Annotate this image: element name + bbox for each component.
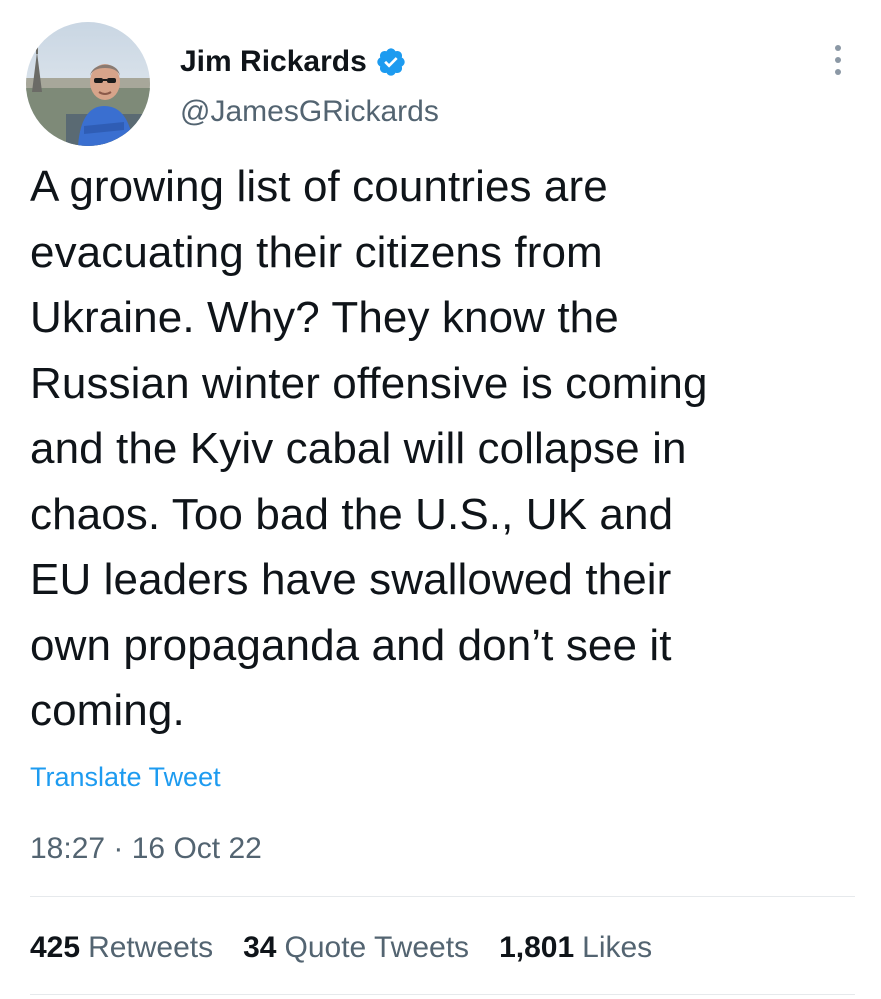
more-dot	[835, 57, 841, 63]
retweets-count: 425	[30, 931, 81, 964]
tweet-text: A growing list of countries are evacuati…	[30, 154, 850, 744]
verified-badge-icon	[377, 48, 405, 76]
more-dot	[835, 45, 841, 51]
more-dot	[835, 69, 841, 75]
tweet-text-line: evacuating their citizens from	[30, 227, 603, 277]
likes-stat[interactable]: 1,801 Likes	[499, 928, 652, 968]
divider	[30, 896, 855, 897]
author-handle[interactable]: @JamesGRickards	[180, 92, 439, 132]
tweet-text-line: own propaganda and don’t see it	[30, 620, 672, 670]
quote-tweets-count: 34	[243, 931, 277, 964]
tweet-text-line: coming.	[30, 686, 185, 735]
quote-tweets-label: Quote Tweets	[284, 931, 470, 964]
likes-count: 1,801	[499, 931, 575, 964]
quote-tweets-stat[interactable]: 34 Quote Tweets	[243, 928, 469, 968]
engagement-stats: 425 Retweets 34 Quote Tweets 1,801 Likes	[30, 928, 652, 968]
tweet-text-line: Russian winter offensive is coming	[30, 358, 708, 408]
tweet-text-line: chaos. Too bad the U.S., UK and	[30, 489, 674, 539]
retweets-label: Retweets	[88, 931, 214, 964]
author-display-name[interactable]: Jim Rickards	[180, 42, 367, 82]
more-options-icon[interactable]	[818, 38, 858, 82]
divider	[30, 994, 855, 995]
tweet-text-line: EU leaders have swallowed their	[30, 555, 672, 604]
profile-photo	[26, 22, 150, 146]
tweet-card: Jim Rickards @JamesGRickards A growing l…	[0, 0, 881, 999]
author-name-row[interactable]: Jim Rickards	[180, 42, 407, 82]
tweet-text-line: and the Kyiv cabal will collapse in	[30, 424, 687, 473]
tweet-timestamp[interactable]: 18:27 · 16 Oct 22	[30, 829, 262, 869]
tweet-text-line: A growing list of countries are	[30, 162, 608, 211]
retweets-stat[interactable]: 425 Retweets	[30, 928, 213, 968]
likes-label: Likes	[582, 931, 653, 964]
avatar[interactable]	[26, 22, 150, 146]
tweet-text-line: Ukraine. Why? They know the	[30, 293, 619, 342]
translate-tweet-link[interactable]: Translate Tweet	[30, 758, 221, 796]
